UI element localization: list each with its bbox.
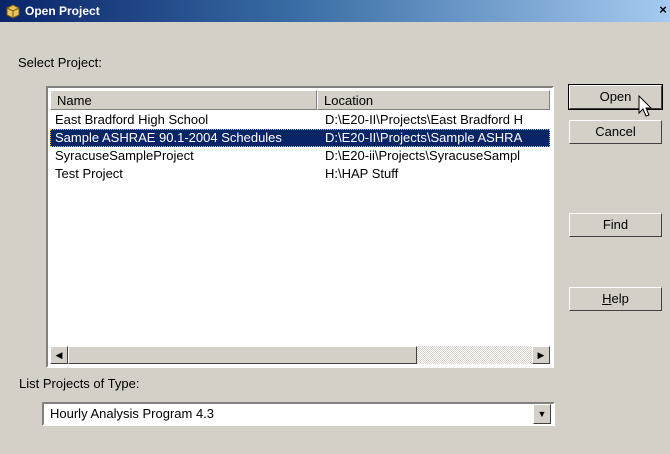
project-location: D:\E20-ii\Projects\SyracuseSampl [325, 148, 521, 163]
project-name: Test Project [55, 166, 123, 181]
project-type-select[interactable]: Hourly Analysis Program 4.3 ▼ [42, 402, 555, 426]
help-button[interactable]: Help [569, 287, 662, 311]
list-item[interactable]: SyracuseSampleProject D:\E20-ii\Projects\… [50, 147, 550, 165]
find-button[interactable]: Find [569, 213, 662, 237]
project-type-value: Hourly Analysis Program 4.3 [50, 406, 215, 421]
project-location: H:\HAP Stuff [325, 166, 399, 181]
scroll-thumb[interactable] [68, 346, 417, 364]
project-list[interactable]: Name Location East Bradford High School D… [46, 86, 554, 368]
project-type-label: List Projects of Type: [19, 376, 140, 391]
chevron-down-icon[interactable]: ▼ [533, 404, 551, 424]
cancel-button[interactable]: Cancel [569, 120, 662, 144]
select-project-label: Select Project: [18, 55, 102, 70]
project-rows: East Bradford High School D:\E20-II\Proje… [50, 111, 550, 343]
help-button-label: Help [602, 291, 629, 306]
project-icon [6, 4, 20, 19]
window-title: Open Project [25, 4, 100, 18]
column-header-name[interactable]: Name [50, 90, 317, 110]
project-name: SyracuseSampleProject [55, 148, 194, 163]
project-name: Sample ASHRAE 90.1-2004 Schedules [55, 130, 282, 145]
horizontal-scrollbar[interactable]: ◀ ▶ [50, 346, 550, 364]
list-item[interactable]: Sample ASHRAE 90.1-2004 Schedules D:\E20-… [50, 129, 550, 147]
list-item[interactable]: Test Project H:\HAP Stuff [50, 165, 550, 183]
close-icon[interactable]: × [655, 2, 670, 18]
arrow-right-icon[interactable]: ▶ [532, 346, 550, 364]
arrow-left-icon[interactable]: ◀ [50, 346, 68, 364]
project-name: East Bradford High School [55, 112, 209, 127]
project-location: D:\E20-II\Projects\East Bradford H [325, 112, 523, 127]
title-bar[interactable]: Open Project × [0, 0, 670, 22]
list-item[interactable]: East Bradford High School D:\E20-II\Proje… [50, 111, 550, 129]
column-header-location[interactable]: Location [317, 90, 550, 110]
project-location: D:\E20-II\Projects\Sample ASHRA [325, 130, 523, 145]
mouse-pointer-icon [638, 95, 653, 117]
